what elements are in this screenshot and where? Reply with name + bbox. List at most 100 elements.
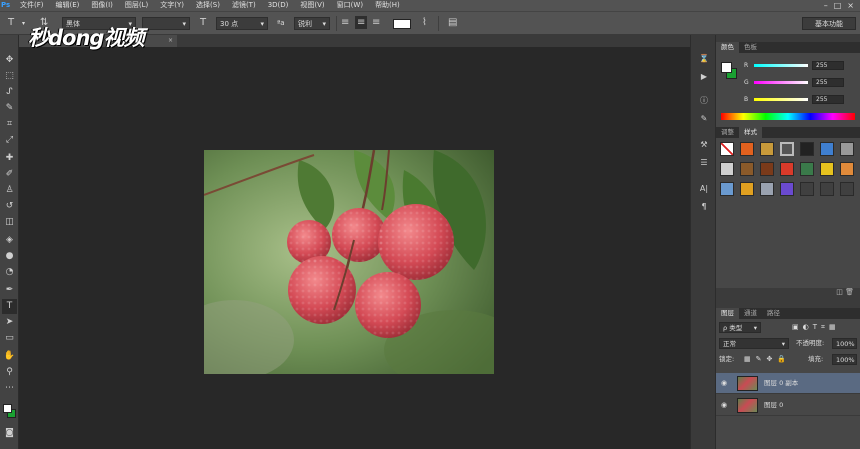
style-swatch[interactable] [780,142,794,156]
style-swatch[interactable] [800,162,814,176]
style-swatch[interactable] [740,162,754,176]
align-left-icon[interactable]: ≡ [341,16,349,29]
style-swatch[interactable] [800,142,814,156]
foreground-color-swatch[interactable] [3,404,12,413]
warp-text-icon[interactable]: ⌇ [422,16,427,29]
opacity-input[interactable]: 100% [832,338,857,349]
lock-icons[interactable]: ▦✎✥🔒 [744,354,791,365]
tab-paths[interactable]: 路径 [762,308,785,319]
menu-help[interactable]: 帮助(H) [369,0,406,11]
style-swatch[interactable] [780,182,794,196]
extra-tools-icon[interactable]: ⋯ [2,381,17,396]
new-style-icon[interactable]: ◫ [836,288,843,296]
style-swatch[interactable] [760,182,774,196]
red-track[interactable] [754,64,808,67]
layer-filter-icons[interactable]: ▣◐T⌗▦ [792,322,840,333]
tab-close-icon[interactable]: × [168,35,173,47]
crop-tool-icon[interactable]: ⌗ [2,117,17,132]
layer-row-base[interactable]: ◉ 图层 0 [716,395,860,416]
menu-file[interactable]: 文件(F) [14,0,50,11]
brush-tool-icon[interactable]: ✐ [2,167,17,182]
menu-view[interactable]: 视图(V) [294,0,330,11]
lasso-tool-icon[interactable]: ᔑ [2,85,17,100]
dodge-tool-icon[interactable]: ◔ [2,265,17,280]
align-right-icon[interactable]: ≡ [372,16,380,29]
blur-tool-icon[interactable]: ● [2,249,17,264]
tab-swatches[interactable]: 色板 [739,42,762,53]
pen-tool-icon[interactable]: ✒ [2,283,17,298]
style-swatch[interactable] [780,162,794,176]
font-size-select[interactable]: 30 点 ▾ [216,17,268,30]
font-style-select[interactable]: ▾ [142,17,190,30]
style-swatch[interactable] [720,162,734,176]
menu-image[interactable]: 图像(I) [85,0,119,11]
tab-channels[interactable]: 通道 [739,308,762,319]
layer-kind-filter[interactable]: ρ 类型 ▾ [719,322,761,333]
green-track[interactable] [754,81,808,84]
style-swatch[interactable] [820,142,834,156]
delete-style-icon[interactable]: 🗑 [845,288,854,296]
blue-track[interactable] [754,98,808,101]
align-center-icon[interactable]: ≡ [355,16,368,29]
marquee-tool-icon[interactable]: ⬚ [2,69,17,84]
gradient-tool-icon[interactable]: ◈ [2,233,17,248]
tab-color[interactable]: 颜色 [716,42,739,53]
green-slider[interactable]: G 255 [744,78,856,88]
info-panel-icon[interactable]: ⓘ [697,95,711,107]
menu-type[interactable]: 文字(Y) [154,0,190,11]
blue-slider[interactable]: B 255 [744,95,856,105]
antialias-select[interactable]: 锐利 ▾ [294,17,330,30]
quick-select-tool-icon[interactable]: ✎ [2,101,17,116]
style-swatch[interactable] [740,182,754,196]
history-brush-tool-icon[interactable]: ↺ [2,199,17,214]
style-swatch[interactable] [840,182,854,196]
close-window-icon[interactable]: × [847,1,854,10]
visibility-eye-icon[interactable]: ◉ [721,373,727,394]
path-selection-tool-icon[interactable]: ➤ [2,315,17,330]
history-panel-icon[interactable]: ⌛ [697,53,711,65]
maximize-icon[interactable]: □ [834,1,842,10]
eraser-tool-icon[interactable]: ◫ [2,215,17,230]
red-value[interactable]: 255 [812,61,844,70]
tab-layers[interactable]: 图层 [716,308,739,319]
menu-3d[interactable]: 3D(D) [262,0,295,11]
shape-tool-icon[interactable]: ▭ [2,331,17,346]
tab-styles[interactable]: 样式 [739,127,762,138]
fill-input[interactable]: 100% [832,354,857,365]
blend-mode-select[interactable]: 正常 ▾ [719,338,789,349]
style-swatch[interactable] [800,182,814,196]
style-swatch[interactable] [840,162,854,176]
red-slider[interactable]: R 255 [744,61,856,71]
type-tool-preset-icon[interactable]: T [8,16,14,29]
menu-edit[interactable]: 编辑(E) [50,0,86,11]
text-color-swatch[interactable] [393,19,411,29]
menu-select[interactable]: 选择(S) [190,0,226,11]
visibility-eye-icon[interactable]: ◉ [721,395,727,416]
workspace-select[interactable]: 基本功能 [802,17,856,30]
style-swatch[interactable] [760,162,774,176]
actions-panel-icon[interactable]: ▶ [697,71,711,83]
style-swatch[interactable] [720,182,734,196]
eyedropper-tool-icon[interactable]: ⤢ [2,133,17,148]
zoom-tool-icon[interactable]: ⚲ [2,365,17,380]
style-none[interactable] [720,142,734,156]
canvas-area[interactable] [19,47,690,449]
layer-row-copy[interactable]: ◉ 图层 0 副本 [716,373,860,394]
menu-window[interactable]: 窗口(W) [331,0,369,11]
clone-stamp-tool-icon[interactable]: ♙ [2,183,17,198]
tab-adjustments[interactable]: 调整 [716,127,739,138]
preset-chevron-icon[interactable]: ▾ [22,17,25,30]
style-swatch[interactable] [760,142,774,156]
type-tool-icon[interactable]: T [2,299,17,314]
brush-panel-icon[interactable]: ✎ [697,113,711,125]
minimize-icon[interactable]: – [824,1,828,10]
layer-comps-icon[interactable]: ☰ [697,157,711,169]
character-panel-dock-icon[interactable]: A| [697,183,711,195]
blue-value[interactable]: 255 [812,95,844,104]
color-panel-foreground[interactable] [721,62,732,73]
tool-presets-icon[interactable]: ⚒ [697,139,711,151]
menu-filter[interactable]: 滤镜(T) [226,0,262,11]
menu-layer[interactable]: 图层(L) [119,0,154,11]
style-swatch[interactable] [820,162,834,176]
green-value[interactable]: 255 [812,78,844,87]
